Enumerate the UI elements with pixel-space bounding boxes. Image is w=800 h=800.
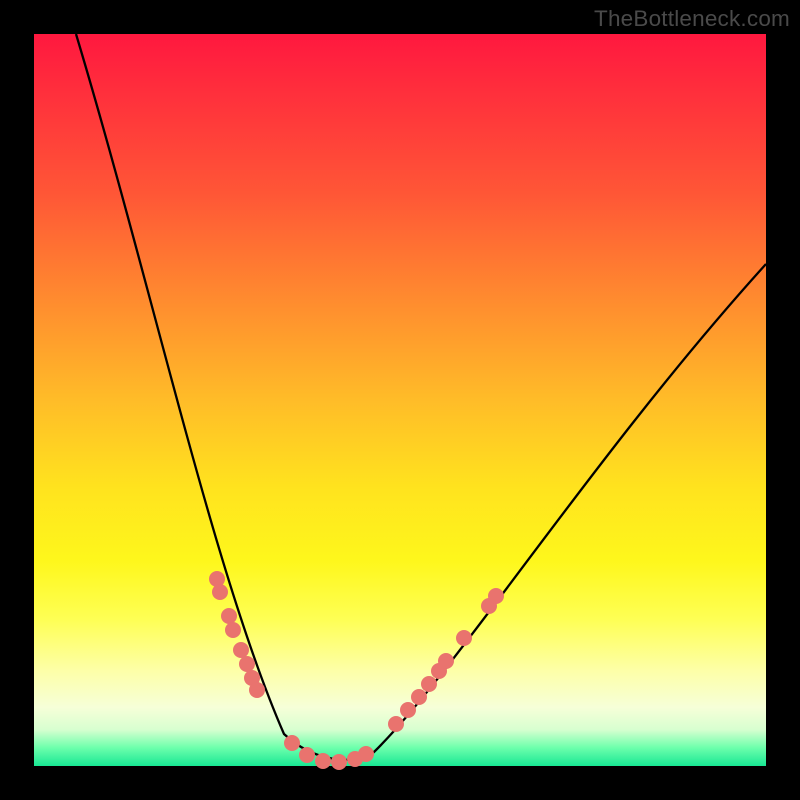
data-point-dot bbox=[411, 689, 427, 705]
bottleneck-curve bbox=[76, 34, 766, 760]
data-point-dot bbox=[225, 622, 241, 638]
data-point-dot bbox=[388, 716, 404, 732]
data-point-dot bbox=[239, 656, 255, 672]
data-point-dot bbox=[488, 588, 504, 604]
data-point-dot bbox=[315, 753, 331, 769]
data-point-dot bbox=[456, 630, 472, 646]
plot-area bbox=[34, 34, 766, 766]
data-point-dot bbox=[438, 653, 454, 669]
data-point-dot bbox=[284, 735, 300, 751]
data-point-dot bbox=[233, 642, 249, 658]
data-point-dot bbox=[358, 746, 374, 762]
chart-frame: TheBottleneck.com bbox=[0, 0, 800, 800]
dots-layer bbox=[209, 571, 504, 770]
data-point-dot bbox=[212, 584, 228, 600]
data-point-dot bbox=[299, 747, 315, 763]
data-point-dot bbox=[221, 608, 237, 624]
watermark-text: TheBottleneck.com bbox=[594, 6, 790, 32]
data-point-dot bbox=[400, 702, 416, 718]
data-point-dot bbox=[421, 676, 437, 692]
data-point-dot bbox=[249, 682, 265, 698]
chart-svg bbox=[34, 34, 766, 766]
data-point-dot bbox=[331, 754, 347, 770]
